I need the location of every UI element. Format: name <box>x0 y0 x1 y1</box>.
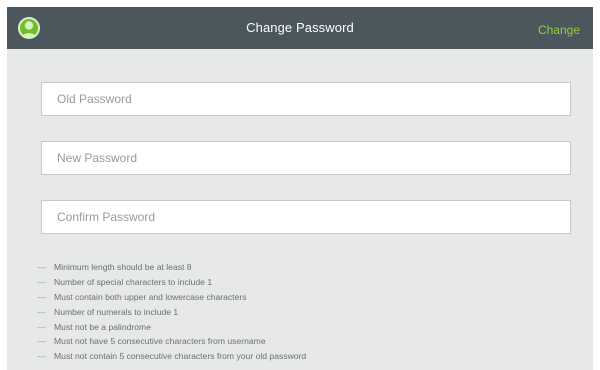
old-password-field[interactable] <box>41 82 571 116</box>
rule-text: Must not have 5 consecutive characters f… <box>54 336 266 347</box>
rule-bullet: — <box>37 321 46 332</box>
rule-text: Must not be a palindrome <box>54 321 151 332</box>
rule-text: Number of special characters to include … <box>54 276 213 287</box>
confirm-password-field[interactable] <box>41 200 571 234</box>
rule-bullet: — <box>37 291 46 302</box>
change-button[interactable]: Change <box>538 7 580 49</box>
password-rule: — Must not be a palindrome <box>37 320 557 335</box>
rule-bullet: — <box>37 306 46 317</box>
password-rule: — Minimum length should be at least 8 <box>37 260 557 275</box>
password-rule: — Must not have 5 consecutive characters … <box>37 334 557 349</box>
password-rule: — Must contain both upper and lowercase c… <box>37 290 557 305</box>
header-bar: Change Password Change <box>7 7 593 49</box>
rule-bullet: — <box>37 276 46 287</box>
password-rule: — Number of special characters to include… <box>37 275 557 290</box>
rule-text: Minimum length should be at least 8 <box>54 262 192 272</box>
new-password-field[interactable] <box>41 141 571 175</box>
rule-bullet: — <box>37 336 46 347</box>
password-rules-list: — Minimum length should be at least 8 — Nu… <box>37 260 557 364</box>
rule-text: Number of numerals to include 1 <box>54 306 179 317</box>
password-rule: — Must not contain 5 consecutive characte… <box>37 349 557 364</box>
rule-bullet: — <box>37 262 46 272</box>
rule-text: Must contain both upper and lowercase ch… <box>54 291 247 302</box>
password-rule: — Number of numerals to include 1 <box>37 305 557 320</box>
rule-bullet: — <box>37 351 46 362</box>
rule-text: Must not contain 5 consecutive character… <box>54 351 307 362</box>
page-title: Change Password <box>246 20 354 35</box>
change-password-screen: Change Password Change — Minimum length s… <box>7 7 593 370</box>
